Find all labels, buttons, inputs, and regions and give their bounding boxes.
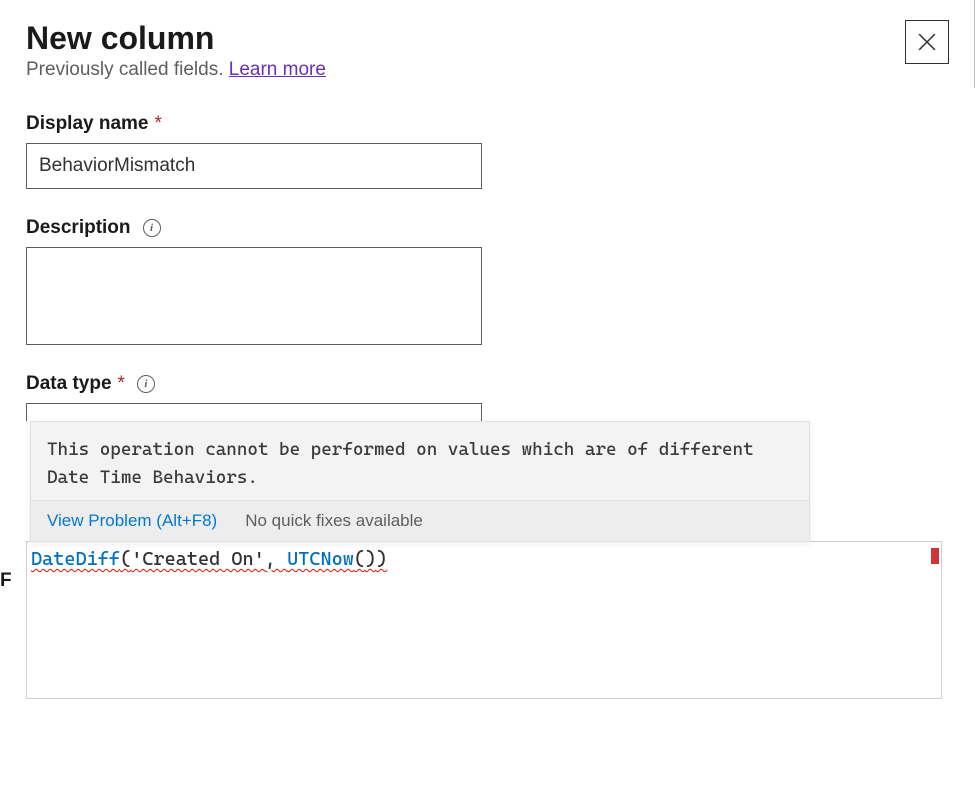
description-label: Description i [26,217,949,239]
close-icon [918,33,936,51]
display-name-label: Display name * [26,113,949,135]
description-field: Description i [26,217,949,345]
data-type-label-text: Data type [26,373,112,395]
token-close-paren-2: ) [365,548,376,570]
view-problem-link[interactable]: View Problem (Alt+F8) [47,511,217,531]
tooltip-footer: View Problem (Alt+F8) No quick fixes ava… [31,500,809,541]
data-type-select[interactable] [26,403,482,421]
token-open-paren-2: ( [354,548,365,570]
token-close-paren-1: ) [376,548,387,570]
truncated-field-label: F [0,570,12,592]
subtitle-prefix: Previously called fields. [26,59,229,80]
info-icon[interactable]: i [137,375,155,393]
error-tooltip: This operation cannot be performed on va… [30,421,810,542]
page-title: New column [26,20,326,57]
display-name-field: Display name * [26,113,949,189]
error-marker[interactable] [931,548,939,564]
editor-scrollbar[interactable] [927,542,941,698]
display-name-input[interactable] [26,143,482,189]
no-quick-fixes-text: No quick fixes available [245,511,423,531]
description-input[interactable] [26,247,482,345]
data-type-field: Data type * i [26,373,949,421]
page-subtitle: Previously called fields. Learn more [26,59,326,81]
token-comma: , [265,548,287,570]
formula-editor[interactable]: DateDiff('Created On', UTCNow()) [26,541,942,699]
required-indicator: * [155,113,162,135]
data-type-label: Data type * i [26,373,949,395]
token-created-on: 'Created On' [131,548,265,570]
error-message: This operation cannot be performed on va… [31,422,809,500]
token-utcnow: UTCNow [287,548,354,570]
token-datediff: DateDiff [31,548,120,570]
info-icon[interactable]: i [143,219,161,237]
display-name-label-text: Display name [26,113,149,135]
close-button[interactable] [905,20,949,64]
description-label-text: Description [26,217,131,239]
formula-line: DateDiff('Created On', UTCNow()) [31,548,931,570]
required-indicator: * [118,373,125,395]
learn-more-link[interactable]: Learn more [229,59,326,80]
token-open-paren: ( [120,548,131,570]
